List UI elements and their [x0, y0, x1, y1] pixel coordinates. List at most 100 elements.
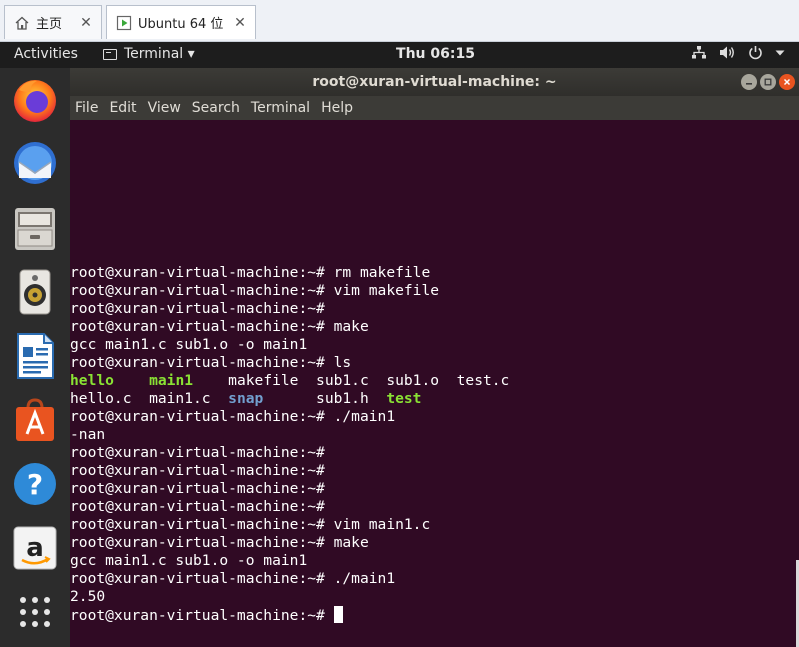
help-icon[interactable]: ?	[11, 460, 59, 508]
host-tab-home[interactable]: 主页 ✕	[4, 5, 102, 39]
output-text: gcc main1.c sub1.o -o main1	[70, 552, 308, 569]
shell-prompt: root@xuran-virtual-machine:~#	[70, 516, 325, 533]
terminal-line: root@xuran-virtual-machine:~#	[70, 444, 509, 462]
host-tab-ubuntu-label: Ubuntu 64 位	[138, 17, 224, 32]
terminal-line: root@xuran-virtual-machine:~# vim main1.…	[70, 516, 509, 534]
terminal-menubar: File Edit View Search Terminal Help	[70, 96, 799, 120]
shell-prompt: root@xuran-virtual-machine:~#	[70, 408, 325, 425]
menu-file[interactable]: File	[75, 100, 98, 116]
command-text: vim main1.c	[324, 516, 431, 533]
libreoffice-writer-icon[interactable]	[11, 332, 59, 380]
dock: ? a	[0, 68, 70, 647]
firefox-icon[interactable]	[11, 76, 59, 124]
terminal-line: root@xuran-virtual-machine:~# make	[70, 534, 509, 552]
terminal-output[interactable]: root@xuran-virtual-machine:~# rm makefil…	[70, 120, 799, 647]
terminal-line: root@xuran-virtual-machine:~# ./main1	[70, 570, 509, 588]
output-text: gcc main1.c sub1.o -o main1	[70, 336, 308, 353]
command-text: make	[324, 534, 369, 551]
terminal-line: root@xuran-virtual-machine:~# ls	[70, 354, 509, 372]
terminal-line: root@xuran-virtual-machine:~#	[70, 462, 509, 480]
ls-text	[114, 372, 149, 389]
menu-help[interactable]: Help	[321, 100, 353, 116]
host-tab-ubuntu[interactable]: Ubuntu 64 位 ✕	[106, 5, 256, 39]
vm-play-icon	[115, 14, 133, 32]
terminal-line: root@xuran-virtual-machine:~#	[70, 480, 509, 498]
minimize-button[interactable]	[741, 74, 757, 90]
terminal-line: root@xuran-virtual-machine:~#	[70, 606, 509, 624]
menu-view[interactable]: View	[148, 100, 181, 116]
terminal-window: root@xuran-virtual-machine: ~ File Edit …	[70, 68, 799, 647]
command-text: vim makefile	[324, 282, 440, 299]
output-text: -nan	[70, 426, 106, 443]
power-icon[interactable]	[748, 45, 763, 60]
command-text: ./main1	[324, 408, 396, 425]
ls-entry: test	[386, 390, 422, 407]
shell-prompt: root@xuran-virtual-machine:~#	[70, 318, 325, 335]
menu-search[interactable]: Search	[192, 100, 240, 116]
close-button[interactable]	[779, 74, 795, 90]
maximize-icon	[764, 78, 772, 86]
terminal-line: gcc main1.c sub1.o -o main1	[70, 336, 509, 354]
command-text: ls	[324, 354, 352, 371]
terminal-line: root@xuran-virtual-machine:~# rm makefil…	[70, 264, 509, 282]
menu-edit[interactable]: Edit	[109, 100, 136, 116]
shell-prompt: root@xuran-virtual-machine:~#	[70, 570, 325, 587]
terminal-line: hello main1 makefile sub1.c sub1.o test.…	[70, 372, 509, 390]
volume-icon[interactable]	[719, 45, 736, 60]
terminal-lines: root@xuran-virtual-machine:~# rm makefil…	[70, 264, 509, 624]
software-center-icon[interactable]	[11, 396, 59, 444]
terminal-line: root@xuran-virtual-machine:~#	[70, 498, 509, 516]
shell-prompt: root@xuran-virtual-machine:~#	[70, 300, 325, 317]
ls-text: makefile sub1.c sub1.o test.c	[193, 372, 510, 389]
window-title: root@xuran-virtual-machine: ~	[312, 74, 557, 90]
shell-prompt: root@xuran-virtual-machine:~#	[70, 264, 325, 281]
files-icon[interactable]	[11, 204, 59, 252]
command-text: make	[324, 318, 369, 335]
ls-entry: main1	[149, 372, 194, 389]
shell-prompt: root@xuran-virtual-machine:~#	[70, 354, 325, 371]
rhythmbox-icon[interactable]	[11, 268, 59, 316]
ls-text: sub1.h	[263, 390, 387, 407]
window-controls	[741, 74, 795, 90]
menu-terminal[interactable]: Terminal	[251, 100, 310, 116]
terminal-line: hello.c main1.c snap sub1.h test	[70, 390, 509, 408]
shell-prompt: root@xuran-virtual-machine:~#	[70, 462, 325, 479]
shell-prompt: root@xuran-virtual-machine:~#	[70, 498, 325, 515]
terminal-line: root@xuran-virtual-machine:~#	[70, 300, 509, 318]
gnome-top-bar: Activities Terminal ▾ Thu 06:15	[0, 42, 799, 68]
shell-prompt: root@xuran-virtual-machine:~#	[70, 607, 325, 624]
ls-entry: hello	[70, 372, 114, 389]
ls-entry: snap	[228, 390, 264, 407]
shell-prompt: root@xuran-virtual-machine:~#	[70, 282, 325, 299]
terminal-line: root@xuran-virtual-machine:~# make	[70, 318, 509, 336]
host-tab-bar: 主页 ✕ Ubuntu 64 位 ✕	[0, 0, 799, 42]
command-text: rm makefile	[324, 264, 431, 281]
system-tray[interactable]	[691, 45, 785, 60]
thunderbird-icon[interactable]	[11, 140, 59, 188]
close-icon	[783, 78, 791, 86]
network-icon[interactable]	[691, 45, 707, 60]
clock[interactable]: Thu 06:15	[0, 46, 799, 62]
close-icon[interactable]: ✕	[233, 15, 247, 31]
home-icon	[13, 14, 31, 32]
window-titlebar[interactable]: root@xuran-virtual-machine: ~	[70, 68, 799, 96]
output-text: 2.50	[70, 588, 106, 605]
maximize-button[interactable]	[760, 74, 776, 90]
minimize-icon	[746, 83, 752, 85]
host-tab-home-label: 主页	[36, 17, 63, 32]
shell-prompt: root@xuran-virtual-machine:~#	[70, 444, 325, 461]
svg-text:?: ?	[27, 468, 43, 501]
svg-text:a: a	[26, 533, 44, 563]
shell-prompt: root@xuran-virtual-machine:~#	[70, 480, 325, 497]
shell-prompt: root@xuran-virtual-machine:~#	[70, 534, 325, 551]
command-text: ./main1	[324, 570, 396, 587]
close-icon[interactable]: ✕	[79, 15, 93, 31]
chevron-down-icon[interactable]	[775, 49, 785, 57]
ls-text: hello.c main1.c	[70, 390, 229, 407]
show-apps-icon[interactable]	[11, 588, 59, 636]
terminal-line: root@xuran-virtual-machine:~# ./main1	[70, 408, 509, 426]
terminal-line: gcc main1.c sub1.o -o main1	[70, 552, 509, 570]
amazon-icon[interactable]: a	[11, 524, 59, 572]
terminal-line: root@xuran-virtual-machine:~# vim makefi…	[70, 282, 509, 300]
